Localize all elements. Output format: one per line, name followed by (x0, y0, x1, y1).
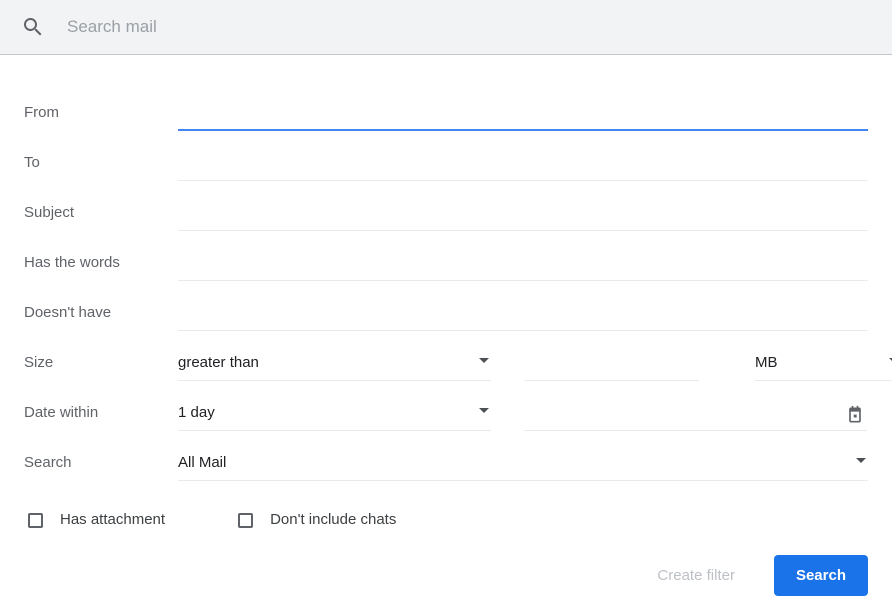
checkbox-box[interactable] (238, 512, 254, 528)
search-scope-value: All Mail (178, 454, 227, 471)
date-range-value: 1 day (178, 404, 215, 421)
to-input[interactable] (178, 154, 868, 181)
field-wrap-to (178, 154, 868, 181)
label-doesnt-have: Doesn't have (24, 304, 112, 321)
label-search-scope: Search (24, 454, 72, 471)
field-row-doesnt-have: Doesn't have (24, 281, 868, 331)
field-row-subject: Subject (24, 181, 868, 231)
field-wrap-date-within: 1 day (178, 404, 868, 431)
size-unit-value: MB (755, 354, 778, 371)
field-row-date-within: Date within 1 day (24, 381, 868, 431)
label-date-within: Date within (24, 404, 99, 421)
checkbox-row: Has attachment Don't include chats (24, 498, 868, 542)
size-unit-select[interactable]: MB (755, 354, 892, 381)
field-row-has-the-words: Has the words (24, 231, 868, 281)
label-size: Size (24, 354, 54, 371)
size-amount-input[interactable] (524, 354, 699, 381)
field-wrap-size: greater than MB (178, 354, 892, 381)
date-range-select[interactable]: 1 day (178, 404, 491, 431)
checkbox-has-attachment[interactable]: Has attachment (28, 511, 165, 529)
field-row-size: Size greater than MB (24, 331, 892, 381)
action-row: Create filter Search (24, 555, 868, 596)
label-from: From (24, 104, 59, 121)
calendar-icon[interactable] (845, 405, 865, 425)
field-wrap-search-scope: All Mail (178, 454, 868, 481)
chevron-down-icon (479, 358, 489, 363)
size-operator-value: greater than (178, 354, 259, 371)
search-icon[interactable] (18, 12, 48, 42)
advanced-search-panel: From To Subject Has the words Doesn't ha… (0, 55, 892, 596)
search-scope-select[interactable]: All Mail (178, 454, 868, 481)
from-input[interactable] (178, 104, 868, 131)
label-has-the-words: Has the words (24, 254, 120, 271)
field-row-search-scope: Search All Mail (24, 431, 868, 481)
size-operator-select[interactable]: greater than (178, 354, 491, 381)
label-subject: Subject (24, 204, 75, 221)
search-bar (0, 0, 892, 55)
date-field-wrap[interactable] (524, 404, 867, 431)
field-wrap-from (178, 104, 868, 131)
search-button[interactable]: Search (773, 555, 868, 596)
checkbox-dont-include-chats[interactable]: Don't include chats (238, 511, 396, 529)
checkbox-label: Has attachment (60, 511, 166, 528)
field-row-from: From (24, 81, 868, 131)
label-to: To (24, 154, 40, 171)
doesnt-have-input[interactable] (178, 304, 868, 331)
field-wrap-doesnt-have (178, 304, 868, 331)
search-input[interactable] (67, 17, 767, 37)
checkbox-box[interactable] (28, 512, 43, 528)
field-wrap-has-the-words (178, 254, 868, 281)
create-filter-button[interactable]: Create filter (645, 557, 747, 594)
checkbox-label: Don't include chats (270, 511, 397, 528)
field-row-to: To (24, 131, 868, 181)
subject-input[interactable] (178, 204, 868, 231)
chevron-down-icon (856, 458, 866, 463)
has-the-words-input[interactable] (178, 254, 868, 281)
field-wrap-subject (178, 204, 868, 231)
chevron-down-icon (479, 408, 489, 413)
